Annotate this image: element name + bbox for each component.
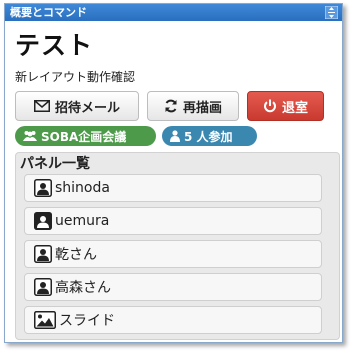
leave-button[interactable]: 退室 — [247, 91, 324, 121]
meeting-name: SOBA企画会議 — [41, 129, 127, 144]
power-icon — [264, 99, 276, 113]
envelope-icon — [33, 100, 50, 112]
panel-item-shinoda[interactable]: shinoda — [24, 174, 322, 202]
page-title: テスト — [15, 31, 94, 60]
panel-item-label: 高森さん — [55, 280, 111, 296]
user-icon — [34, 179, 52, 197]
meeting-badge: SOBA企画会議 — [15, 126, 156, 146]
panel-item-label: shinoda — [55, 180, 110, 196]
user-icon — [34, 245, 52, 263]
user-icon — [34, 212, 52, 230]
page-subtitle: 新レイアウト動作確認 — [15, 70, 136, 84]
invite-mail-button[interactable]: 招待メール — [15, 91, 139, 121]
panel-item-uemura[interactable]: uemura — [24, 207, 322, 235]
user-icon — [34, 278, 52, 296]
person-icon — [170, 130, 180, 142]
panel-item-inui[interactable]: 乾さん — [24, 240, 322, 268]
refresh-icon — [165, 99, 177, 113]
overview-window: 概要とコマンド テスト 新レイアウト動作確認 招待メール 再描画 退室 SOBA… — [4, 3, 343, 343]
window-title: 概要とコマンド — [10, 6, 87, 19]
panel-list-title: パネル一覧 — [20, 156, 90, 172]
leave-label: 退室 — [281, 100, 308, 116]
panel-item-slide[interactable]: スライド — [24, 306, 322, 334]
panel-item-label: スライド — [59, 313, 115, 329]
redraw-button[interactable]: 再描画 — [147, 91, 239, 121]
participant-count-badge: 5 人参加 — [162, 126, 257, 146]
participant-count: 5 人参加 — [184, 129, 233, 144]
title-bar[interactable]: 概要とコマンド — [5, 4, 342, 21]
redraw-label: 再描画 — [182, 100, 222, 116]
image-icon — [34, 311, 56, 329]
panel-item-label: 乾さん — [55, 247, 97, 263]
group-icon — [23, 131, 37, 141]
invite-mail-label: 招待メール — [54, 100, 120, 116]
panel-item-label: uemura — [55, 213, 110, 229]
panel-item-takamori[interactable]: 高森さん — [24, 273, 322, 301]
maximize-icon[interactable] — [325, 6, 338, 19]
